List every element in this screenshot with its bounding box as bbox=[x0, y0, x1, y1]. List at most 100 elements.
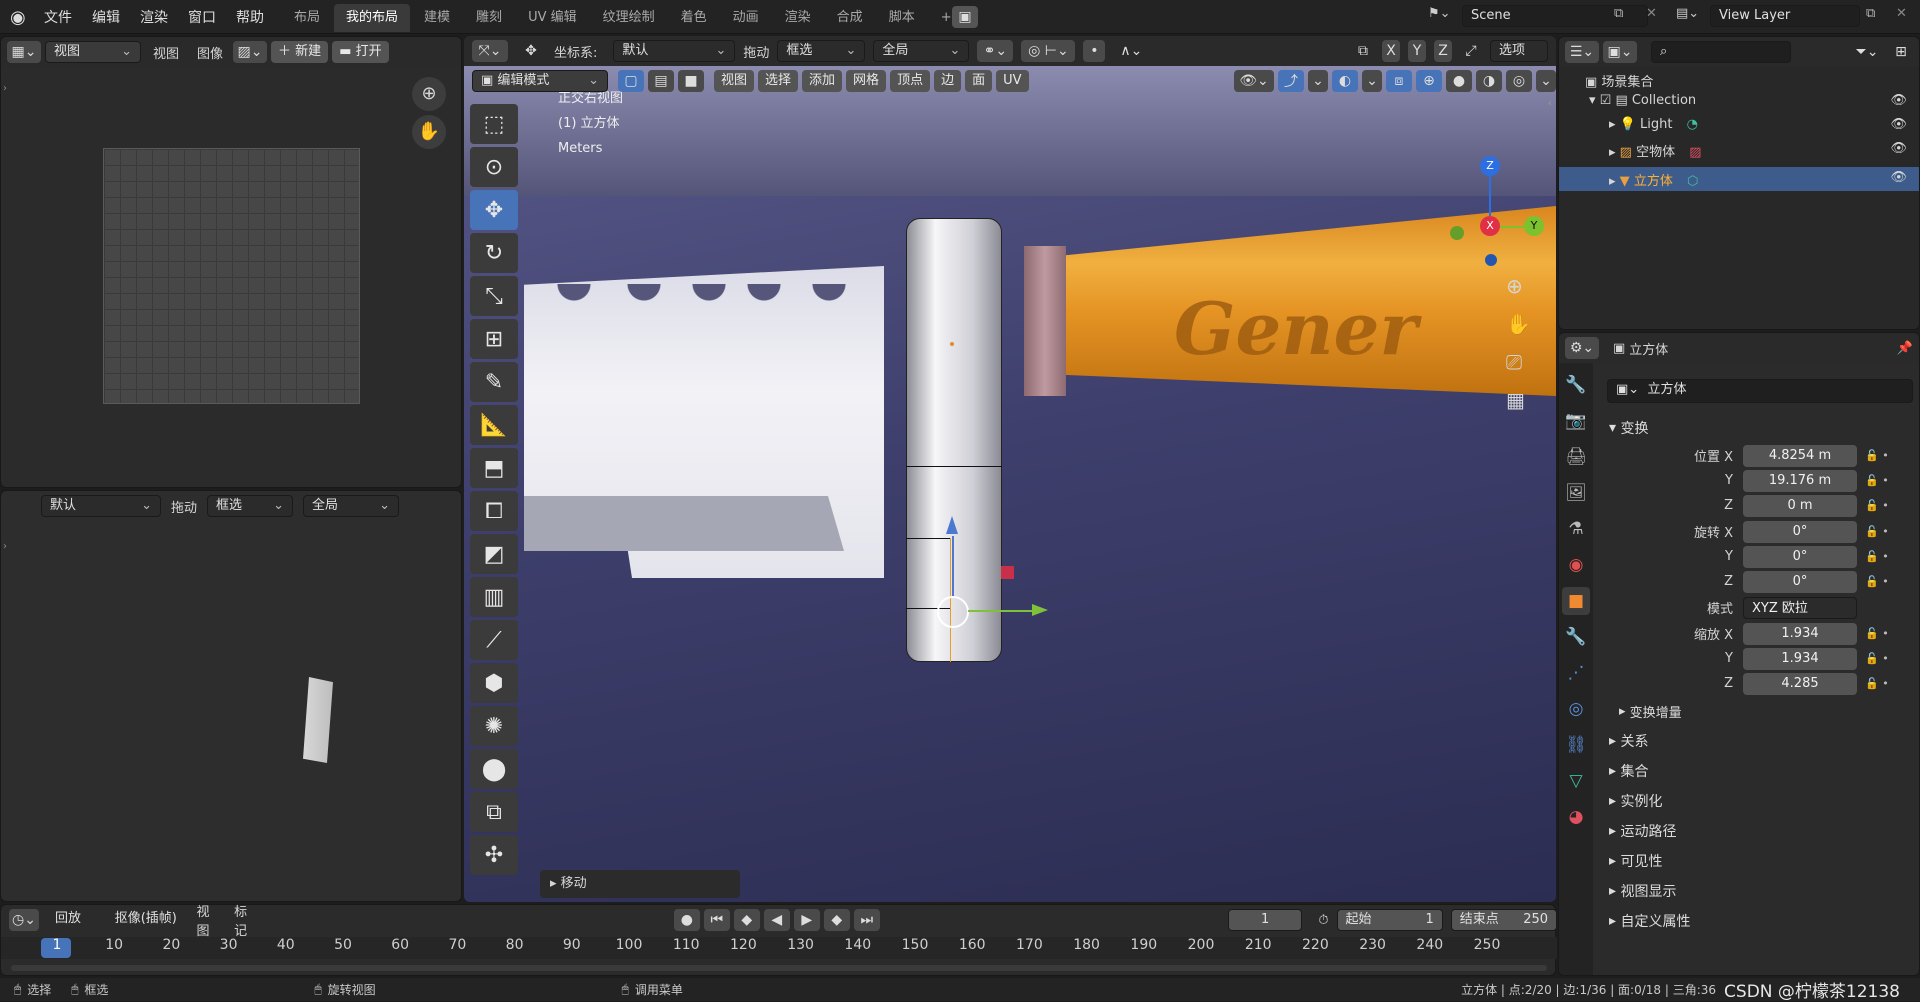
playback-menu[interactable]: 回放 bbox=[47, 909, 99, 931]
tab-my-layout[interactable]: 我的布局 bbox=[334, 4, 411, 32]
poly-build-tool-icon[interactable]: ⬢ bbox=[470, 663, 518, 703]
expand-arrow-icon[interactable]: › bbox=[3, 83, 7, 94]
nav-neg-y[interactable] bbox=[1450, 226, 1464, 240]
section-header[interactable]: ▸ 自定义属性 bbox=[1593, 906, 1919, 936]
prev-keyframe-icon[interactable]: ◆ bbox=[733, 909, 760, 931]
output-tab-icon[interactable]: 🖨 bbox=[1562, 443, 1590, 471]
keying-menu[interactable]: 抠像(插帧) bbox=[107, 909, 189, 931]
remove-view-layer-icon[interactable]: ✕ bbox=[1896, 6, 1907, 21]
nav-y-axis[interactable]: Y bbox=[1524, 216, 1544, 236]
pivot-point-icon[interactable]: ⚭⌄ bbox=[977, 40, 1014, 62]
auto-merge-icon[interactable]: ⤢ bbox=[1460, 40, 1482, 62]
play-icon[interactable]: ▶ bbox=[793, 909, 820, 931]
falloff-icon[interactable]: ∧⌄ bbox=[1113, 40, 1149, 62]
menu-render[interactable]: 渲染 bbox=[130, 7, 178, 27]
tab-modeling[interactable]: 建模 bbox=[412, 4, 462, 32]
tab-sculpt[interactable]: 雕刻 bbox=[464, 4, 514, 32]
cube-preview[interactable] bbox=[303, 677, 333, 763]
tab-shading[interactable]: 着色 bbox=[669, 4, 719, 32]
particles-tab-icon[interactable]: ⋰ bbox=[1562, 659, 1590, 687]
new-image-button[interactable]: ＋ 新建 bbox=[271, 41, 329, 63]
select-box-tool-icon[interactable]: ⬚ bbox=[470, 104, 518, 144]
pivot-select[interactable]: 默认 bbox=[41, 495, 161, 517]
options-select[interactable]: 选项 bbox=[1490, 40, 1548, 62]
collection-row[interactable]: ▾ ☑ ▤ Collection 👁 bbox=[1589, 93, 1919, 108]
menu-view[interactable]: 视图 bbox=[714, 70, 755, 92]
timeline-scrollbar[interactable] bbox=[11, 965, 1547, 971]
workspace-menu-icon[interactable]: ▣ bbox=[952, 6, 978, 28]
transform-row-value[interactable]: 0° bbox=[1743, 570, 1857, 593]
menu-view[interactable]: 视图 bbox=[145, 43, 187, 62]
select-mode[interactable]: 框选 bbox=[207, 495, 294, 517]
extrude-tool-icon[interactable]: ⬒ bbox=[470, 448, 518, 488]
material-tab-icon[interactable]: ◕ bbox=[1562, 803, 1590, 831]
jump-end-icon[interactable]: ⏭ bbox=[853, 909, 880, 931]
viewport-3d[interactable]: ⤧⌄ ✥ 坐标系: 默认 拖动 框选 全局 ⚭⌄ ◎ ⊢⌄ • ∧⌄ ⧉ X Y… bbox=[464, 36, 1556, 902]
display-mode-icon[interactable]: ▣⌄ bbox=[1603, 41, 1637, 63]
rendered-shading-icon[interactable]: ◎ bbox=[1506, 70, 1532, 92]
scene-collection-row[interactable]: ▣ 场景集合 bbox=[1585, 71, 1653, 90]
open-image-button[interactable]: ▬ 打开 bbox=[332, 41, 389, 63]
filter-icon[interactable]: ⏷⌄ bbox=[1849, 41, 1885, 63]
stopwatch-icon[interactable]: ⏱ bbox=[1318, 913, 1328, 928]
gizmo-y-axis[interactable] bbox=[968, 610, 1034, 612]
selected-edge-top[interactable] bbox=[906, 466, 1002, 467]
transform-header[interactable]: ▾ 变换 bbox=[1593, 413, 1919, 443]
menu-image[interactable]: 图像 bbox=[191, 43, 229, 62]
lock-icon[interactable]: 🔓 • bbox=[1865, 652, 1889, 665]
view-layer-field[interactable]: View Layer bbox=[1710, 5, 1860, 27]
pin-icon[interactable]: 📌 bbox=[1897, 341, 1913, 356]
frame-ruler[interactable]: 1 10 20 30 40 50 60 70 80 90 100 110 120 130 140 150 160… bbox=[1, 937, 1557, 959]
coord-select[interactable]: 默认 bbox=[613, 40, 736, 62]
menu-mesh[interactable]: 网格 bbox=[846, 70, 887, 92]
current-frame-field[interactable]: 1 bbox=[1227, 909, 1303, 931]
spin-tool-icon[interactable]: ✺ bbox=[470, 706, 518, 746]
pan-hand-icon[interactable]: ✋ bbox=[412, 115, 446, 149]
tab-animation[interactable]: 动画 bbox=[721, 4, 771, 32]
menu-file[interactable]: 文件 bbox=[34, 7, 82, 27]
lock-icon[interactable]: 🔓 • bbox=[1865, 525, 1889, 538]
tab-rendering[interactable]: 渲染 bbox=[773, 4, 823, 32]
loop-cut-tool-icon[interactable]: ▥ bbox=[470, 577, 518, 617]
outliner-type-icon[interactable]: ☰⌄ bbox=[1565, 41, 1599, 63]
menu-add[interactable]: 添加 bbox=[802, 70, 843, 92]
transform-row-value[interactable]: 19.176 m bbox=[1743, 469, 1857, 492]
new-collection-icon[interactable]: ⊞ bbox=[1889, 41, 1913, 63]
eye-icon[interactable]: 👁 bbox=[1890, 170, 1907, 185]
eye-icon[interactable]: 👁 bbox=[1890, 117, 1907, 132]
zoom-icon[interactable]: ⊕ bbox=[1506, 274, 1523, 298]
axis-z-toggle[interactable]: Z bbox=[1434, 40, 1452, 62]
lock-icon[interactable]: 🔓 • bbox=[1865, 474, 1889, 487]
gizmo-dropdown-icon[interactable]: ⌄ bbox=[1308, 70, 1328, 92]
transform-row-value[interactable]: 0 m bbox=[1743, 494, 1857, 517]
edge-select-icon[interactable]: ▤ bbox=[648, 70, 674, 92]
remove-scene-icon[interactable]: ✕ bbox=[1646, 6, 1657, 21]
inset-tool-icon[interactable]: ⧠ bbox=[470, 491, 518, 531]
modifier-tab-icon[interactable]: 🔧 bbox=[1562, 623, 1590, 651]
transform-row-value[interactable]: 1.934 bbox=[1743, 647, 1857, 670]
zoom-icon[interactable]: ⊕ bbox=[412, 77, 446, 111]
delta-transform-header[interactable]: ▸ 变换增量 bbox=[1593, 696, 1919, 726]
section-header[interactable]: ▸ 视图显示 bbox=[1593, 876, 1919, 906]
xray-toggle-icon[interactable]: ⧈ bbox=[1386, 70, 1412, 92]
menu-uv[interactable]: UV bbox=[996, 70, 1029, 92]
timeline-view-menu[interactable]: 视图 bbox=[197, 901, 219, 939]
menu-edit[interactable]: 编辑 bbox=[82, 7, 130, 27]
smooth-tool-icon[interactable]: ⬤ bbox=[470, 749, 518, 789]
mode-select[interactable]: ▣ 编辑模式 bbox=[472, 70, 608, 92]
camera-view-icon[interactable]: ⎚ bbox=[1506, 350, 1522, 374]
tab-compositing[interactable]: 合成 bbox=[825, 4, 875, 32]
section-header[interactable]: ▸ 实例化 bbox=[1593, 786, 1919, 816]
tab-scripting[interactable]: 脚本 bbox=[877, 4, 927, 32]
next-keyframe-icon[interactable]: ◆ bbox=[823, 909, 850, 931]
transform-row-value[interactable]: 4.8254 m bbox=[1743, 444, 1857, 467]
view-layer-tab-icon[interactable]: 🖼 bbox=[1562, 479, 1590, 507]
move-tool-icon[interactable]: ✥ bbox=[470, 190, 518, 230]
transform-orientation[interactable]: 全局 bbox=[873, 40, 970, 62]
lock-icon[interactable]: 🔓 • bbox=[1865, 627, 1889, 640]
gizmo-y-arrow[interactable] bbox=[1032, 604, 1048, 616]
shading-dropdown-icon[interactable]: ⌄ bbox=[1536, 70, 1556, 92]
play-reverse-icon[interactable]: ◀ bbox=[763, 909, 790, 931]
face-select-icon[interactable]: ■ bbox=[678, 70, 704, 92]
uv-grid[interactable] bbox=[103, 148, 360, 404]
